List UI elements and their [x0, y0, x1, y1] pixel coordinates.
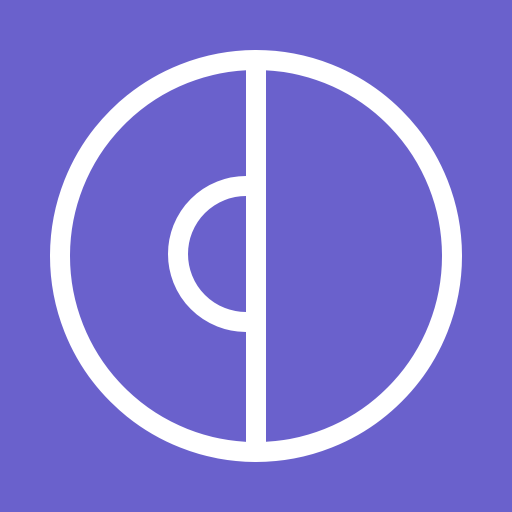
app-icon	[0, 0, 512, 512]
split-circle-logo-icon	[0, 0, 512, 512]
